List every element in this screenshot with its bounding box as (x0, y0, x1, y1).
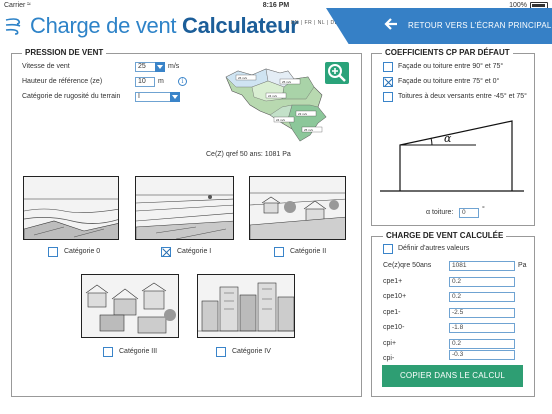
map-label: 26 m/s (238, 76, 248, 80)
chevron-down-icon (170, 92, 180, 102)
flat-land-sketch-icon (136, 194, 233, 239)
map-label: 24 m/s (276, 118, 286, 122)
terrain-roughness-select[interactable]: I (135, 92, 180, 102)
cp-option-75-0-checkbox[interactable] (383, 77, 393, 87)
cp-coefficients-title: COEFFICIENTS CP PAR DÉFAUT (382, 48, 513, 57)
zoom-map-button[interactable] (325, 62, 349, 84)
category-4-checkbox[interactable] (216, 347, 226, 357)
exposure-pressure-caption: Ce(Z) qref 50 ans: 1081 Pa (206, 151, 291, 158)
app-title: Charge de vent Calculateur (30, 13, 299, 39)
zoom-in-icon (328, 64, 346, 82)
calculated-load-title: CHARGE DE VENT CALCULÉE (383, 231, 507, 240)
village-sketch-icon (85, 282, 176, 334)
load-row-label: cpe10- (383, 324, 405, 331)
cpe1-minus-value: -2.5 (449, 308, 515, 318)
back-to-main-button[interactable]: RETOUR VERS L'ÉCRAN PRINCIPAL (326, 8, 552, 44)
category-1-image[interactable] (135, 176, 234, 240)
back-button-label: RETOUR VERS L'ÉCRAN PRINCIPAL (408, 21, 552, 30)
map-label: 24 m/s (268, 94, 278, 98)
copy-to-calculation-button[interactable]: COPIER DANS LE CALCUL (382, 365, 523, 387)
wind-pressure-title: PRESSION DE VENT (22, 48, 107, 57)
sea-sketch-icon (24, 198, 118, 239)
cpi-minus-value: -0.3 (449, 350, 515, 360)
arrow-left-icon (384, 18, 397, 30)
app-header: Charge de vent Calculateur EN | FR | NL … (0, 8, 552, 44)
ce-qref-value: 1081 (449, 261, 515, 271)
cp-option-duopitch-checkbox[interactable] (383, 92, 393, 102)
category-0-image[interactable] (23, 176, 119, 240)
city-sketch-icon (198, 282, 294, 332)
cpi-plus-value: 0.2 (449, 339, 515, 349)
map-label: 25 m/s (304, 128, 314, 132)
cpe10-minus-value: -1.8 (449, 323, 515, 333)
reference-height-unit: m (158, 78, 164, 85)
cp-option-90-75-label: Façade ou toiture entre 90° et 75° (398, 63, 504, 70)
wind-speed-value: 25 (138, 63, 146, 70)
alpha-symbol: α (444, 132, 452, 145)
map-label: 23 m/s (298, 112, 308, 116)
app-title-bold: Calculateur (182, 13, 299, 38)
category-2-checkbox[interactable] (274, 247, 284, 257)
category-3-label: Catégorie III (119, 348, 158, 355)
reference-height-input[interactable]: 10 (135, 77, 155, 87)
reference-height-label: Hauteur de référence (ze) (22, 78, 103, 85)
define-other-values-label: Définir d'autres valeurs (398, 245, 470, 252)
roof-angle-diagram: α (380, 120, 524, 192)
category-0-label: Catégorie 0 (64, 248, 101, 255)
roof-angle-input[interactable]: 0 (459, 208, 479, 218)
roof-angle-unit: ° (482, 206, 485, 213)
cp-option-90-75-checkbox[interactable] (383, 62, 393, 72)
category-3-checkbox[interactable] (103, 347, 113, 357)
category-4-label: Catégorie IV (232, 348, 271, 355)
info-icon[interactable]: i (178, 77, 187, 86)
cp-option-duopitch-label: Toitures à deux versants entre -45° et 7… (398, 93, 527, 100)
category-3-image[interactable] (81, 274, 179, 338)
roof-angle-label: α toiture: (426, 209, 454, 216)
app-title-light: Charge de vent (30, 13, 177, 38)
define-other-values-checkbox[interactable] (383, 244, 393, 254)
load-row-label: cpi- (383, 355, 395, 362)
category-2-label: Catégorie II (290, 248, 327, 255)
wind-speed-label: Vitesse de vent (22, 63, 70, 70)
terrain-roughness-value: I (138, 93, 140, 100)
load-row-label: cpi+ (383, 340, 397, 347)
map-label: 25 m/s (282, 80, 292, 84)
load-row-label: cpe1+ (383, 278, 403, 285)
category-2-image[interactable] (249, 176, 346, 240)
cp-option-75-0-label: Façade ou toiture entre 75° et 0° (398, 78, 500, 85)
category-4-image[interactable] (197, 274, 295, 338)
rural-sketch-icon (250, 192, 345, 239)
chevron-down-icon (155, 62, 165, 72)
wind-speed-select[interactable]: 25 (135, 62, 165, 72)
wind-speed-unit: m/s (168, 63, 180, 70)
load-row-label: cpe10+ (383, 293, 407, 300)
ce-qref-unit: Pa (518, 262, 527, 269)
load-row-label: Ce(z)qre 50ans (383, 262, 432, 269)
cpe10-plus-value: 0.2 (449, 292, 515, 302)
wind-zone-map: 26 m/s 25 m/s 24 m/s 23 m/s 24 m/s 25 m/… (225, 68, 327, 142)
category-1-label: Catégorie I (177, 248, 212, 255)
category-0-checkbox[interactable] (48, 247, 58, 257)
cpe1-plus-value: 0.2 (449, 277, 515, 287)
wind-logo-icon (5, 18, 21, 35)
language-switcher[interactable]: EN | FR | NL | DE (291, 20, 339, 26)
load-row-label: cpe1- (383, 309, 401, 316)
terrain-roughness-label: Catégorie de rugosité du terrain (22, 93, 121, 100)
category-1-checkbox[interactable] (161, 247, 171, 257)
